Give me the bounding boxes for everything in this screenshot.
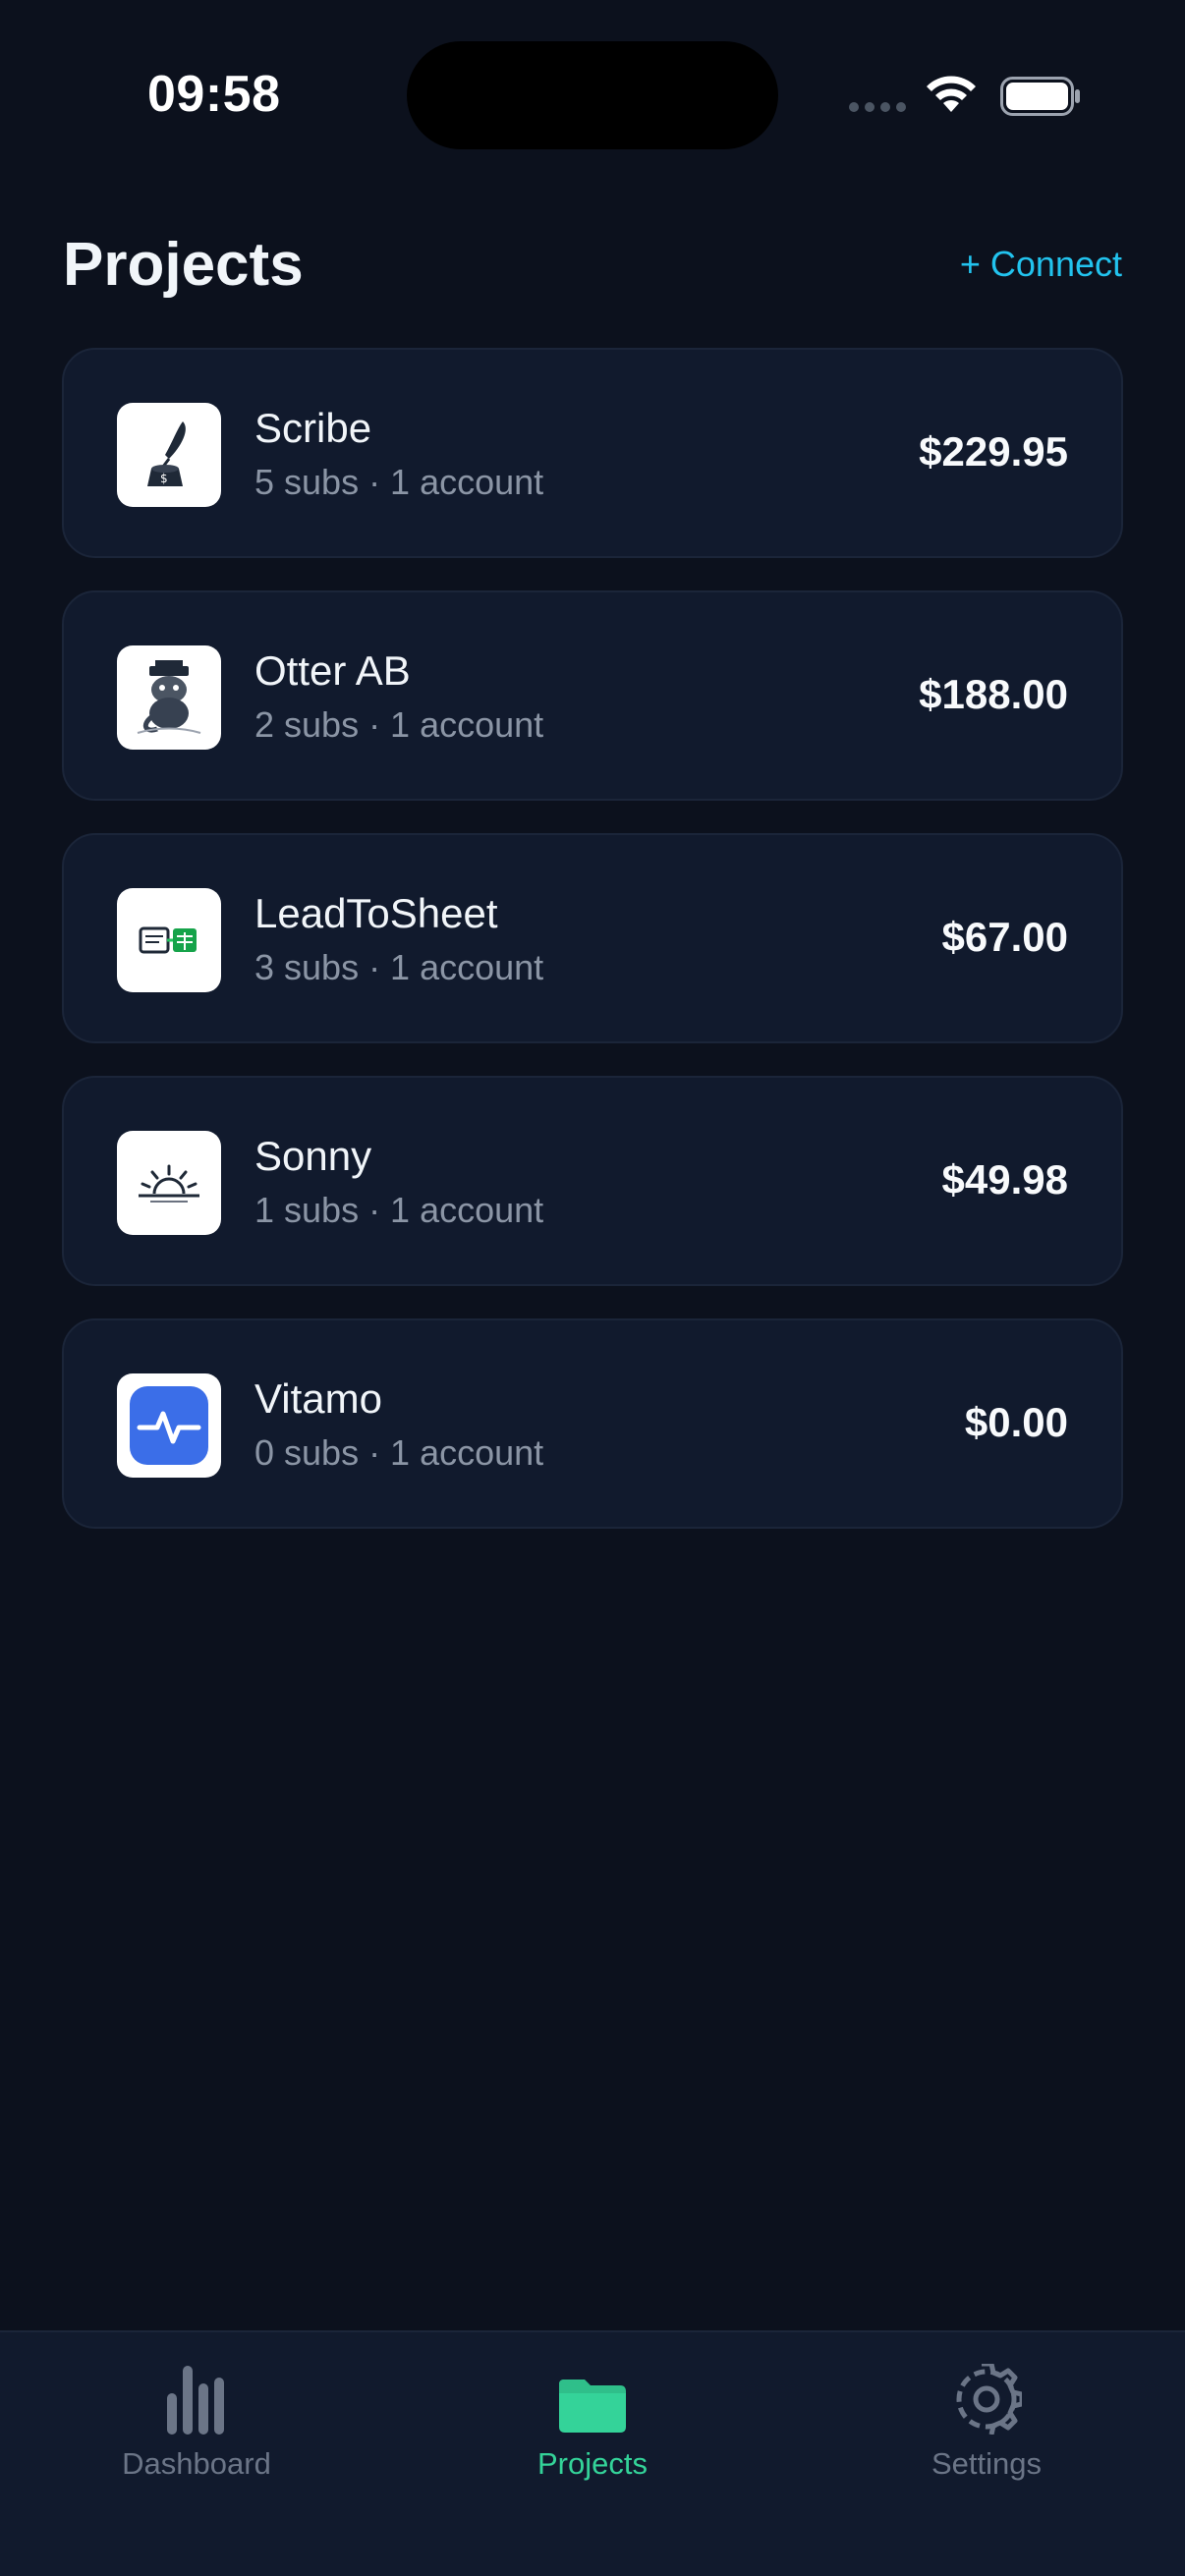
project-amount: $0.00 xyxy=(964,1399,1068,1445)
pulse-icon xyxy=(117,1373,221,1478)
dynamic-island xyxy=(407,41,778,149)
project-name: Sonny xyxy=(254,1133,372,1179)
sunrise-icon xyxy=(117,1131,221,1235)
otter-icon xyxy=(117,645,221,750)
tab-label: Projects xyxy=(537,2446,648,2481)
project-card-leadtosheet[interactable]: LeadToSheet 3 subs · 1 account $67.00 xyxy=(62,833,1123,1043)
wifi-icon xyxy=(927,76,976,112)
tab-label: Dashboard xyxy=(122,2446,271,2481)
project-name: Scribe xyxy=(254,405,372,451)
tab-settings[interactable]: Settings xyxy=(859,2360,1114,2488)
project-name: Otter AB xyxy=(254,647,411,694)
project-card-sonny[interactable]: Sonny 1 subs · 1 account $49.98 xyxy=(62,1076,1123,1286)
sheet-icon xyxy=(117,888,221,992)
cellular-signal-icon xyxy=(849,102,906,112)
project-card-scribe[interactable]: $ Scribe 5 subs · 1 account $229.95 xyxy=(62,348,1123,558)
tab-label: Settings xyxy=(931,2446,1042,2481)
gear-icon xyxy=(951,2360,1022,2435)
project-amount: $229.95 xyxy=(919,428,1068,475)
project-name: LeadToSheet xyxy=(254,890,498,936)
project-meta: 5 subs · 1 account xyxy=(254,462,544,502)
quill-ink-icon: $ xyxy=(117,403,221,507)
svg-text:$: $ xyxy=(160,472,168,485)
battery-icon xyxy=(1000,77,1080,116)
connect-button[interactable]: + Connect xyxy=(960,244,1122,285)
project-amount: $188.00 xyxy=(919,671,1068,717)
bar-chart-icon xyxy=(165,2360,228,2435)
project-card-vitamo[interactable]: Vitamo 0 subs · 1 account $0.00 xyxy=(62,1318,1123,1529)
project-amount: $67.00 xyxy=(941,914,1068,960)
project-meta: 3 subs · 1 account xyxy=(254,947,544,987)
folder-icon xyxy=(557,2360,628,2435)
project-meta: 1 subs · 1 account xyxy=(254,1190,544,1230)
status-time: 09:58 xyxy=(147,66,281,123)
project-amount: $49.98 xyxy=(941,1156,1068,1203)
tab-dashboard[interactable]: Dashboard xyxy=(69,2360,324,2488)
tab-bar: Dashboard Projects Settings xyxy=(0,2330,1185,2576)
page-title: Projects xyxy=(63,231,304,299)
projects-screen: 09:58 Projects + Connect $ Scribe 5 subs… xyxy=(0,0,1185,2576)
tab-projects[interactable]: Projects xyxy=(465,2360,720,2488)
project-meta: 0 subs · 1 account xyxy=(254,1432,544,1473)
project-name: Vitamo xyxy=(254,1375,382,1422)
project-card-otter-ab[interactable]: Otter AB 2 subs · 1 account $188.00 xyxy=(62,590,1123,801)
project-meta: 2 subs · 1 account xyxy=(254,704,544,745)
project-list: $ Scribe 5 subs · 1 account $229.95 Otte xyxy=(62,348,1123,1561)
